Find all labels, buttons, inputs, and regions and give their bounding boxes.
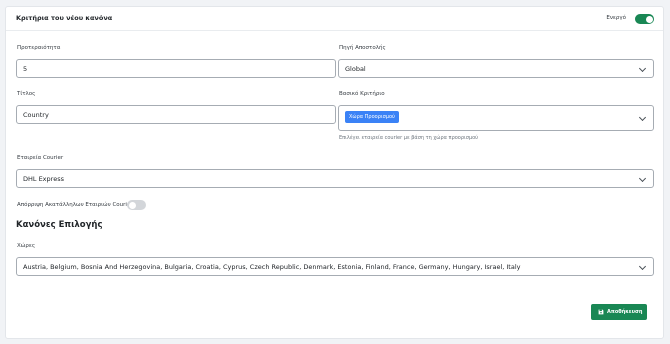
save-icon [598, 309, 604, 315]
chevron-down-icon [638, 64, 647, 73]
courier-label: Εταιρεία Courier [17, 155, 64, 161]
sender-source-select[interactable]: Global [338, 59, 654, 78]
title-label: Τίτλος [17, 91, 36, 97]
countries-value: Austria, Belgium, Bosnia And Herzegovina… [23, 263, 521, 271]
chevron-down-icon [638, 262, 647, 271]
main-criterion-select[interactable]: Χώρα Προορισμού [338, 105, 654, 131]
active-toggle[interactable] [635, 14, 654, 24]
rule-criteria-card: Κριτήρια του νέου κανόνα Ενεργό Προτεραι… [5, 6, 664, 339]
toggle-knob [128, 201, 136, 209]
courier-select[interactable]: DHL Express [16, 169, 654, 188]
priority-value: 5 [23, 65, 28, 73]
chevron-down-icon [638, 174, 647, 183]
card-header: Κριτήρια του νέου κανόνα Ενεργό [6, 7, 663, 31]
save-button-label: Αποθήκευση [607, 309, 643, 315]
countries-label: Χώρες [17, 243, 36, 249]
toggle-knob [645, 15, 653, 23]
reject-toggle[interactable] [127, 200, 146, 210]
sender-source-label: Πηγή Αποστολής [339, 45, 386, 51]
main-criterion-label: Βασικό Κριτήριο [339, 91, 385, 97]
reject-toggle-label: Απόρριψη Ακατάλληλων Εταιριών Courier [17, 202, 133, 208]
active-label: Ενεργό [606, 15, 626, 21]
sender-source-value: Global [345, 65, 366, 73]
title-value: Country [23, 111, 49, 119]
priority-input[interactable]: 5 [16, 59, 336, 78]
title-input[interactable]: Country [16, 105, 336, 124]
criterion-chip[interactable]: Χώρα Προορισμού [345, 111, 399, 123]
save-button[interactable]: Αποθήκευση [591, 304, 647, 320]
card-title: Κριτήρια του νέου κανόνα [16, 14, 113, 22]
main-criterion-help: Επιλέγει εταιρεία courier με βάση τη χώρ… [339, 135, 479, 141]
selection-rules-title: Κανόνες Επιλογής [16, 220, 103, 230]
chevron-down-icon [638, 113, 647, 122]
countries-select[interactable]: Austria, Belgium, Bosnia And Herzegovina… [16, 257, 654, 276]
priority-label: Προτεραιότητα [17, 45, 61, 51]
courier-value: DHL Express [23, 175, 64, 183]
